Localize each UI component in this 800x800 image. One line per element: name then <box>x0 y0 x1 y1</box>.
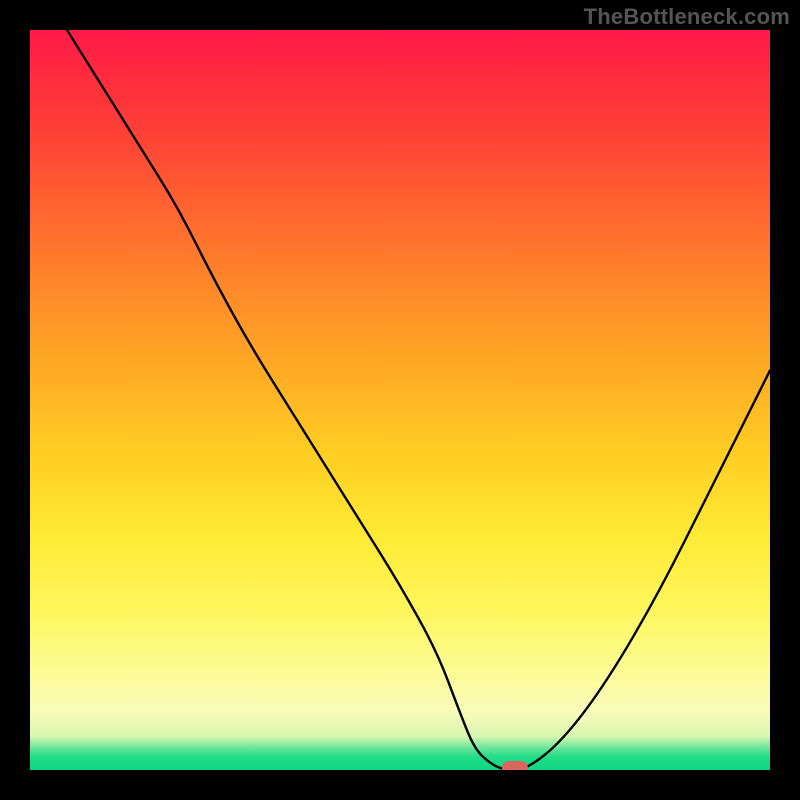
bottleneck-curve <box>30 30 770 770</box>
plot-area <box>30 30 770 770</box>
watermark-label: TheBottleneck.com <box>584 4 790 30</box>
chart-frame: TheBottleneck.com <box>0 0 800 800</box>
minimum-marker <box>502 761 528 770</box>
